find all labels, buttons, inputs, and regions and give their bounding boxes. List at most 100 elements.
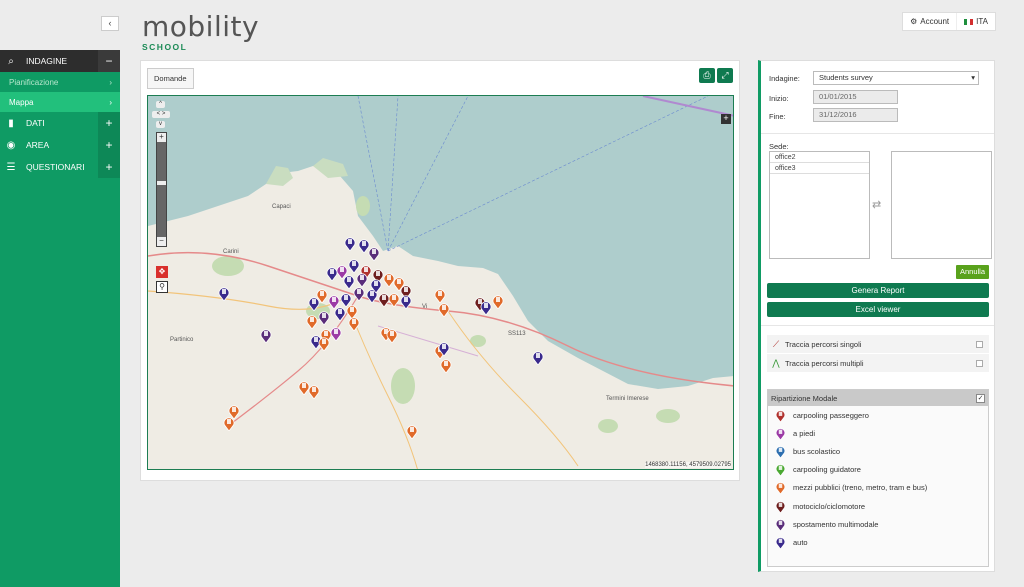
sidebar-item-area[interactable]: ◉ AREA +: [0, 134, 120, 156]
map-marker[interactable]: [388, 292, 400, 308]
legend-item: a piedi: [768, 424, 988, 442]
ripartizione-modale-label: Ripartizione Modale: [771, 393, 838, 403]
sidebar-item-label: INDAGINE: [26, 56, 68, 66]
map-marker[interactable]: [492, 294, 504, 310]
map-marker[interactable]: [223, 416, 235, 432]
excel-viewer-button[interactable]: Excel viewer: [767, 302, 989, 317]
expand-button[interactable]: +: [98, 134, 120, 156]
map-pin-icon: [775, 500, 786, 514]
zoom-slider[interactable]: + −: [156, 132, 167, 247]
map-marker[interactable]: [318, 310, 330, 326]
pan-control[interactable]: ^ < > v: [152, 101, 170, 128]
ripartizione-modale-header[interactable]: Ripartizione Modale ✓: [768, 390, 988, 406]
zoom-out-icon[interactable]: −: [157, 237, 166, 246]
zoom-slider-handle[interactable]: [157, 181, 166, 185]
map-marker[interactable]: [434, 288, 446, 304]
map-marker[interactable]: [356, 272, 368, 288]
legend-item-label: motociclo/ciclomotore: [793, 501, 866, 511]
map-pin-icon: [775, 536, 786, 550]
map-marker[interactable]: [406, 424, 418, 440]
sidebar-item-label: Mappa: [9, 97, 34, 107]
map[interactable]: ^ < > v + − + ✥ ⚲ Capaci Carini Partinico T…: [147, 95, 734, 470]
print-button[interactable]: ⎙: [699, 68, 715, 83]
map-marker[interactable]: [218, 286, 230, 302]
expand-icon: ⤢: [721, 70, 729, 80]
place-label: Partinico: [170, 337, 194, 343]
legend-item-label: a piedi: [793, 428, 816, 438]
map-marker[interactable]: [348, 258, 360, 274]
map-marker[interactable]: [308, 296, 320, 312]
account-label: Account: [920, 17, 950, 26]
account-button[interactable]: ⚙ Account: [903, 13, 956, 30]
pan-up-icon[interactable]: ^: [156, 101, 165, 108]
map-marker[interactable]: [260, 328, 272, 344]
map-marker[interactable]: [370, 278, 382, 294]
legend-item-label: mezzi pubblici (treno, metro, tram e bus…: [793, 483, 928, 493]
map-marker[interactable]: [318, 336, 330, 352]
ripartizione-modale-checkbox[interactable]: ✓: [976, 393, 985, 403]
map-marker[interactable]: [330, 326, 342, 342]
sidebar-item-pianificazione[interactable]: Pianificazione ›: [0, 72, 120, 92]
indagine-label: Indagine:: [769, 74, 800, 83]
pan-down-icon[interactable]: v: [156, 121, 165, 128]
chevron-right-icon: ›: [109, 77, 112, 87]
sidebar-item-indagine[interactable]: ⌕ INDAGINE −: [0, 50, 120, 72]
map-marker[interactable]: [400, 294, 412, 310]
map-marker[interactable]: [308, 384, 320, 400]
traccia-multipli-checkbox[interactable]: [976, 359, 983, 367]
map-coordinates: 1468380.11156, 4579509.02795: [645, 462, 731, 468]
layer-switcher-button[interactable]: +: [721, 114, 731, 124]
list-item[interactable]: office3: [770, 163, 869, 174]
map-marker[interactable]: [368, 246, 380, 262]
map-marker[interactable]: [348, 316, 360, 332]
map-marker[interactable]: [532, 350, 544, 366]
map-panel: Domande ⎙ ⤢ ^ < > v + − + ✥ ⚲ Capaci Car…: [140, 60, 740, 481]
sede-source-list[interactable]: office2 office3: [769, 151, 870, 259]
logo: mobility SCHOOL: [142, 10, 259, 52]
legend-item: carpooling passeggero: [768, 406, 988, 424]
expand-button[interactable]: +: [98, 112, 120, 134]
map-marker[interactable]: [480, 300, 492, 316]
traccia-singoli-checkbox[interactable]: [976, 340, 983, 348]
map-marker[interactable]: [334, 306, 346, 322]
fullscreen-button[interactable]: ⤢: [717, 68, 733, 83]
domande-button[interactable]: Domande: [147, 68, 194, 89]
search-icon: ⌕: [8, 55, 14, 67]
sidebar-item-mappa[interactable]: Mappa ›: [0, 92, 120, 112]
map-marker[interactable]: [440, 358, 452, 374]
annulla-button[interactable]: Annulla: [955, 265, 989, 279]
inizio-field[interactable]: 01/01/2015: [813, 90, 898, 104]
swap-arrows-icon[interactable]: ⇄: [872, 198, 881, 211]
pan-tool-icon[interactable]: ✥: [156, 266, 168, 278]
list-item[interactable]: office2: [770, 152, 869, 163]
pan-horizontal-icon[interactable]: < >: [152, 111, 170, 118]
inizio-label: Inizio:: [769, 94, 789, 103]
language-button[interactable]: ITA: [956, 13, 995, 30]
indagine-select[interactable]: Students survey ▾: [813, 71, 979, 85]
traccia-singoli-row[interactable]: ⟋ Traccia percorsi singoli: [767, 335, 989, 353]
sidebar-item-questionari[interactable]: ☰ QUESTIONARI +: [0, 156, 120, 178]
map-marker[interactable]: [386, 328, 398, 344]
map-marker[interactable]: [438, 341, 450, 357]
map-pin-icon: [775, 481, 786, 495]
expand-button[interactable]: +: [98, 156, 120, 178]
zoom-in-icon[interactable]: +: [157, 133, 166, 142]
indagine-select-value: Students survey: [819, 73, 873, 82]
map-marker[interactable]: [344, 236, 356, 252]
genera-report-button[interactable]: Genera Report: [767, 283, 989, 298]
collapse-sidebar-button[interactable]: ‹: [101, 16, 119, 31]
map-marker[interactable]: [438, 302, 450, 318]
legend-item-label: carpooling passeggero: [793, 410, 869, 420]
map-pin-icon: [775, 445, 786, 459]
list-icon: ☰: [6, 161, 16, 173]
sidebar-item-dati[interactable]: ▮ DATI +: [0, 112, 120, 134]
traccia-multipli-row[interactable]: ⋀ Traccia percorsi multipli: [767, 354, 989, 372]
map-marker[interactable]: [306, 314, 318, 330]
map-marker[interactable]: [343, 274, 355, 290]
legend-item-label: spostamento multimodale: [793, 519, 879, 529]
collapse-section-button[interactable]: −: [98, 50, 120, 72]
chevron-right-icon: ›: [109, 97, 112, 107]
zoom-box-tool-icon[interactable]: ⚲: [156, 281, 168, 293]
sede-target-list[interactable]: [891, 151, 992, 259]
fine-field[interactable]: 31/12/2016: [813, 108, 898, 122]
